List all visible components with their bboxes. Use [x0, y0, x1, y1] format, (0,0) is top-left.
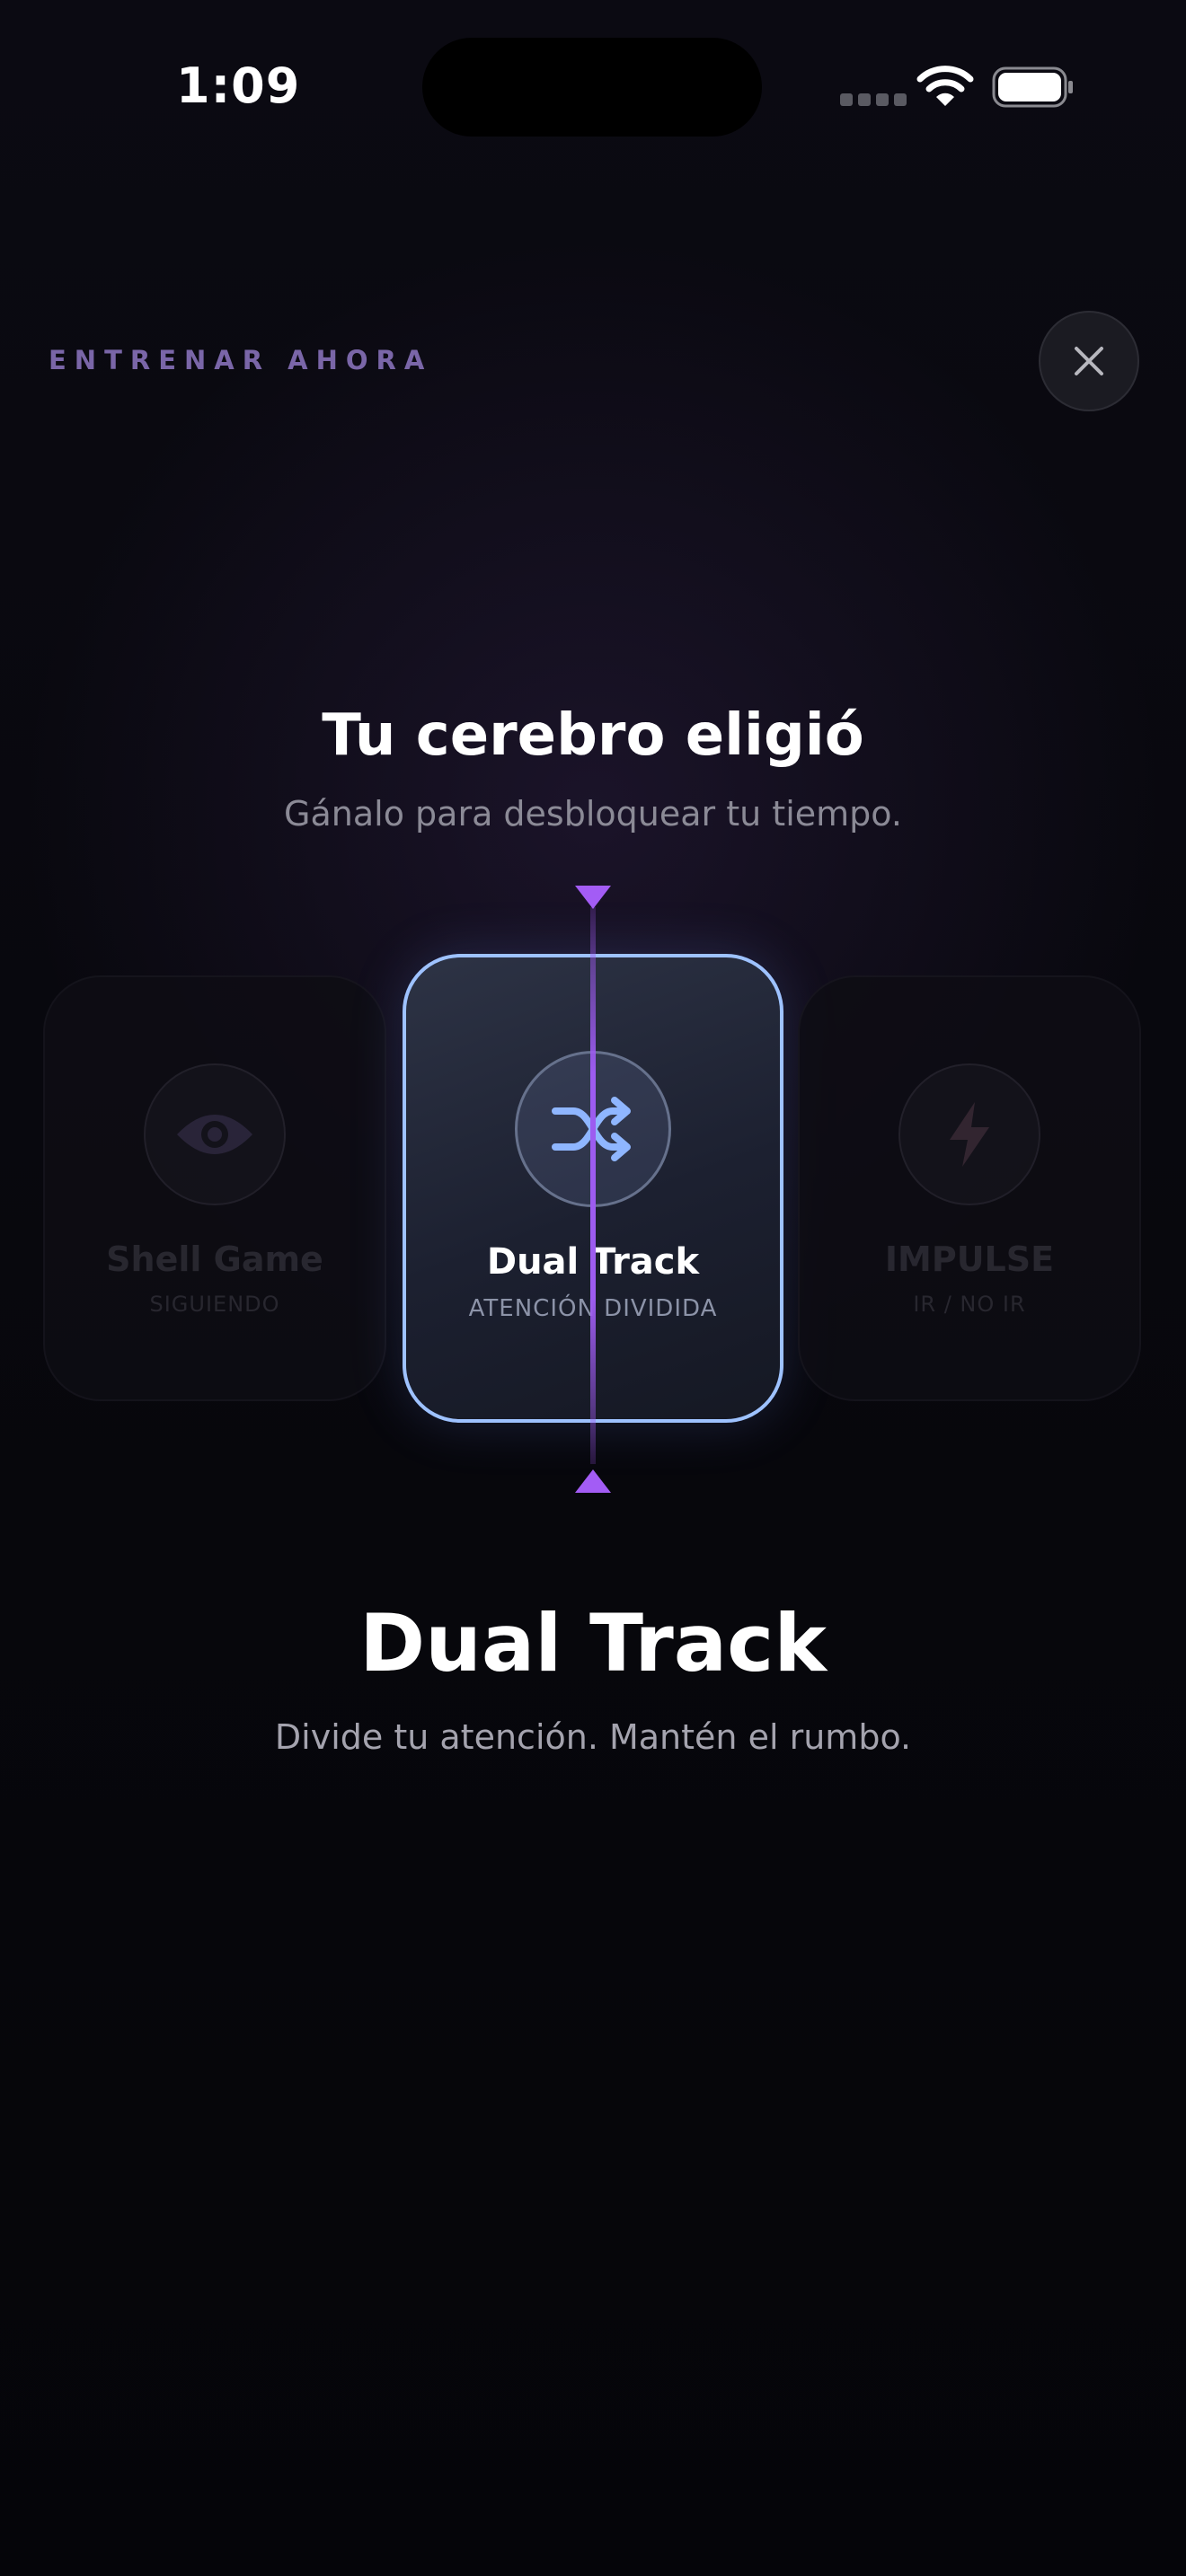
game-card-title: Shell Game: [106, 1239, 323, 1279]
game-card-impulse[interactable]: IMPULSE IR / NO IR: [798, 975, 1141, 1401]
selection-pointer-up-icon: [575, 1469, 611, 1493]
status-time: 1:09: [176, 57, 301, 114]
game-card-shell-game[interactable]: Shell Game SIGUIENDO: [43, 975, 386, 1401]
selected-game-description: Divide tu atención. Mantén el rumbo.: [274, 1717, 912, 1757]
game-card-tag: IR / NO IR: [913, 1292, 1026, 1317]
close-icon: [1075, 347, 1103, 375]
game-icon-circle: [898, 1063, 1040, 1205]
game-card-title: IMPULSE: [884, 1239, 1055, 1279]
dynamic-island: [422, 38, 762, 137]
intro-title: Tu cerebro eligió: [322, 702, 864, 769]
game-card-tag: SIGUIENDO: [149, 1292, 280, 1317]
game-icon-circle: [144, 1063, 286, 1205]
selection-pointer-down-icon: [575, 886, 611, 909]
close-button[interactable]: [1039, 311, 1139, 411]
intro-subtitle: Gánalo para desbloquear tu tiempo.: [284, 794, 902, 834]
screen-eyebrow-label: ENTRENAR AHORA: [49, 345, 433, 375]
selection-indicator-line: [590, 907, 596, 1464]
battery-icon: [992, 66, 1073, 108]
lightning-icon: [950, 1102, 989, 1167]
wifi-icon: [916, 66, 974, 106]
eye-icon: [177, 1115, 252, 1154]
cellular-signal-icon: [840, 93, 907, 106]
selected-game-name: Dual Track: [359, 1597, 827, 1689]
